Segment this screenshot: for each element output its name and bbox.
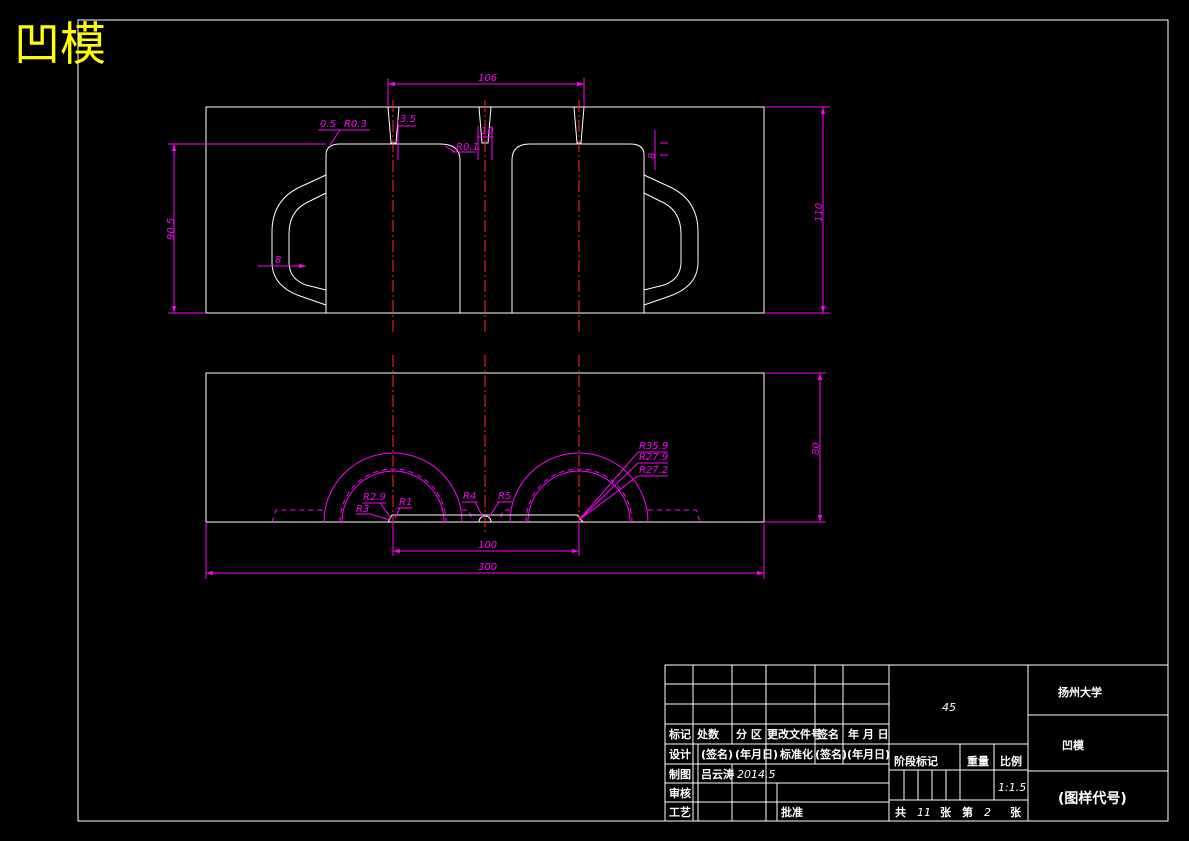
tb-sheet-no-label: 第 <box>962 805 973 819</box>
tb-weight: 重量 <box>967 754 989 768</box>
cad-drawing: 凹模 106 0.5 R0.3 3.5 10 R0.1 8 90.5 8 110… <box>14 17 1169 822</box>
tb-design: 设计 <box>669 747 691 761</box>
dim-106: 106 <box>478 73 497 84</box>
tb-sheet-total: 11 <box>917 806 931 819</box>
tb-drawing-code: (图样代号) <box>1058 790 1127 807</box>
sheet-border <box>77 19 1169 822</box>
tb-part-name: 凹模 <box>1062 738 1085 752</box>
dim-8-rim: 8 <box>647 153 658 159</box>
tb-scale-label: 比例 <box>1000 754 1022 768</box>
tb-process: 工艺 <box>669 805 691 819</box>
right-handle-trace <box>648 509 701 523</box>
dim-110: 110 <box>814 203 825 222</box>
dim-r0-3: R0.3 <box>344 119 367 130</box>
tb-sign-name: (签名) <box>701 747 733 761</box>
left-handle-outer <box>271 174 327 306</box>
right-handle-outer <box>643 174 699 306</box>
tb-sheet-unit2: 张 <box>1010 805 1022 819</box>
tb-ymd2: (年月日) <box>847 747 890 761</box>
tb-standard: 标准化 <box>779 747 813 761</box>
tb-scale-value: 1:1.5 <box>998 781 1026 794</box>
tb-drawn-name: 吕云涛 <box>701 767 734 781</box>
left-handle-inner <box>288 192 327 291</box>
dim-r35-9: R35.9 <box>639 441 668 452</box>
dim-r27-2: R27.2 <box>639 465 668 476</box>
tb-zone: 分 区 <box>736 727 762 741</box>
tb-stage: 阶段标记 <box>894 754 938 768</box>
dim-r4: R4 <box>463 491 476 502</box>
tb-approve: 批准 <box>781 805 803 819</box>
title-block: 标记 处数 分 区 更改文件号 签名 年 月 日 设计 (签名) (年月日) 标… <box>664 664 1169 822</box>
right-handle-inner <box>643 192 682 291</box>
tb-drawn: 制图 <box>669 767 691 781</box>
tb-check: 审核 <box>669 786 691 800</box>
right-cavity <box>511 143 645 313</box>
dim-300: 300 <box>478 562 497 573</box>
dim-3-5: 3.5 <box>400 114 416 125</box>
tb-mark: 标记 <box>668 727 691 741</box>
front-view: 106 0.5 R0.3 3.5 10 R0.1 8 90.5 8 110 <box>166 73 830 335</box>
dim-r2-9: R2.9 <box>363 492 386 503</box>
tb-sheet-no: 2 <box>984 806 991 819</box>
tb-material: 45 <box>942 701 956 714</box>
tb-sheet-total-label: 共 <box>895 805 906 819</box>
drawing-title: 凹模 <box>14 17 106 71</box>
dim-90-5: 90.5 <box>166 218 177 240</box>
tb-date: 年 月 日 <box>848 727 889 741</box>
tb-sign: 签名 <box>816 727 839 741</box>
dim-100: 100 <box>478 540 497 551</box>
left-handle-trace <box>271 509 324 523</box>
dim-80: 80 <box>811 442 822 455</box>
dim-8-handle: 8 <box>275 255 281 266</box>
dim-r5: R5 <box>498 491 511 502</box>
tb-docno: 更改文件号 <box>767 727 822 741</box>
dim-0-5: 0.5 <box>320 119 336 130</box>
dim-r27-9: R27.9 <box>639 452 668 463</box>
tb-drawn-date: 2014.5 <box>737 768 776 781</box>
dim-r3: R3 <box>356 504 369 515</box>
tb-count: 处数 <box>696 727 720 741</box>
dim-r0-1: R0.1 <box>456 142 479 153</box>
tb-sheet-unit: 张 <box>940 805 952 819</box>
tb-sign-name2: (签名) <box>815 747 847 761</box>
tb-ymd: (年月日) <box>735 747 778 761</box>
dim-r1: R1 <box>399 497 412 508</box>
tb-university: 扬州大学 <box>1058 685 1102 699</box>
plan-view: R35.9 R27.9 R27.2 R2.9 R1 R3 R4 R5 80 10… <box>205 355 826 579</box>
